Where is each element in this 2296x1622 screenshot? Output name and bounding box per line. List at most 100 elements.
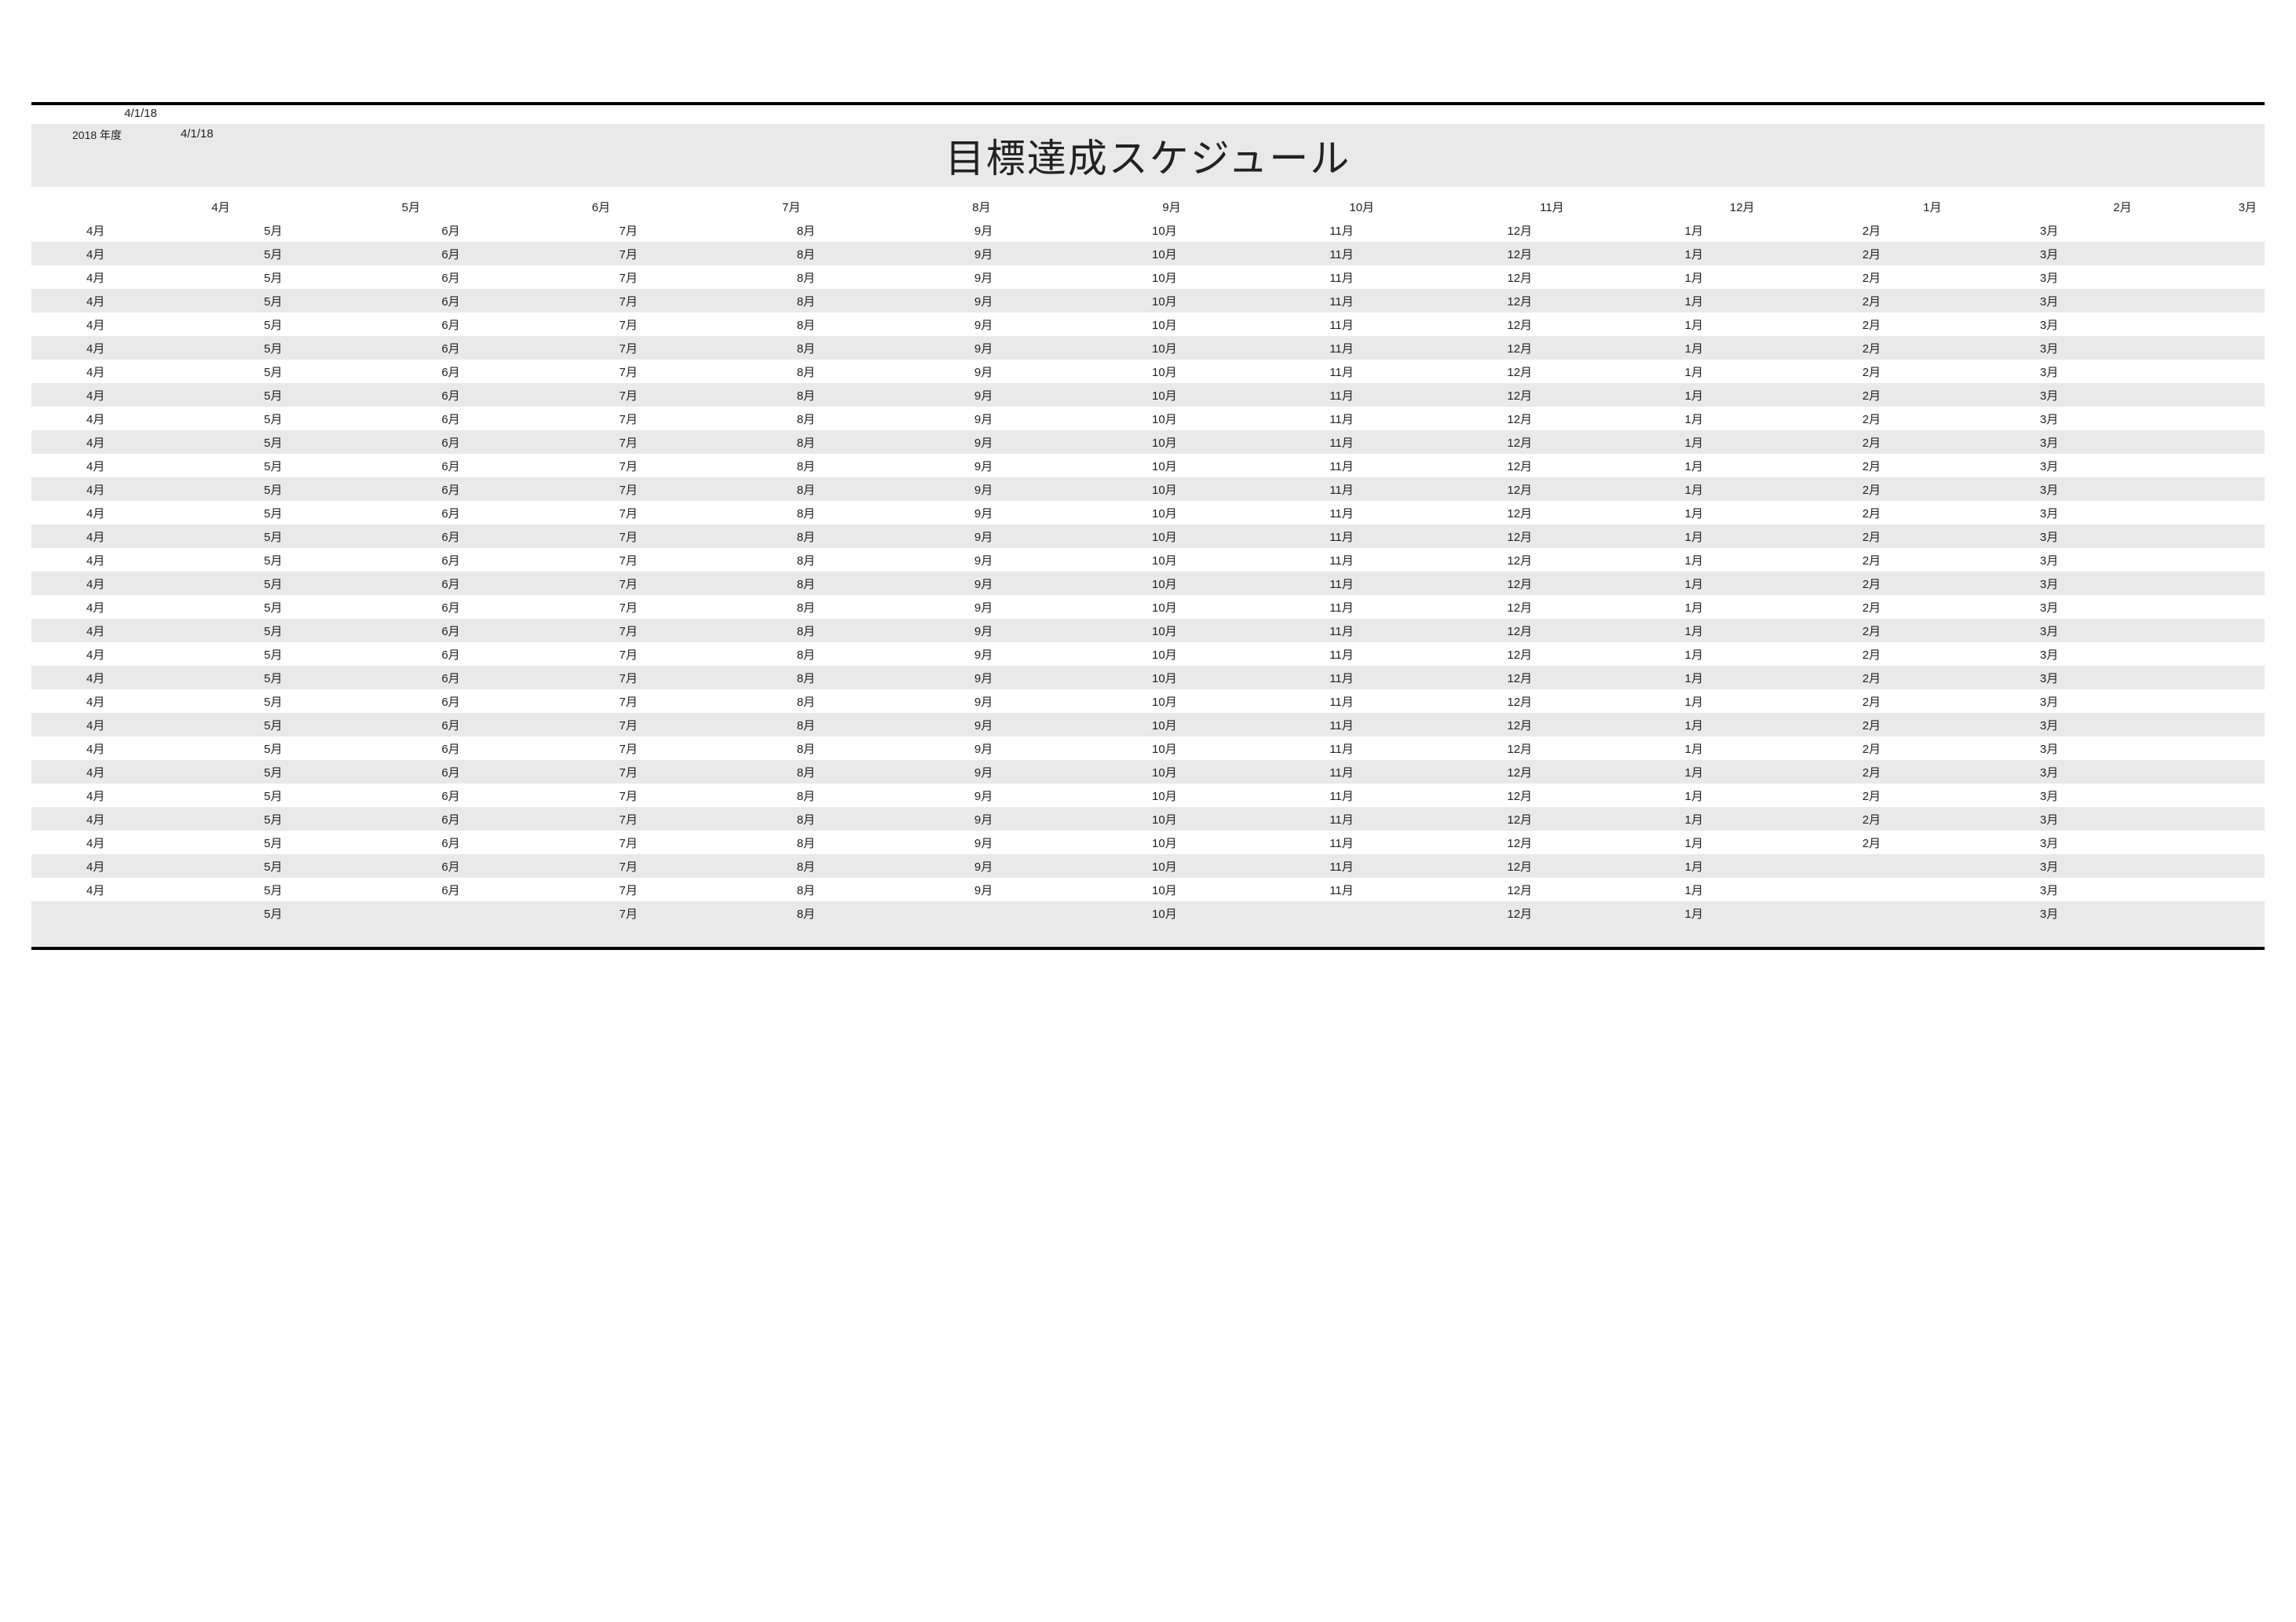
cell: 8月	[797, 764, 974, 780]
table-row: 4月5月6月7月8月9月10月11月12月1月2月3月	[31, 360, 2265, 383]
cell: 8月	[797, 363, 974, 380]
cell: 7月	[620, 787, 797, 804]
cell: 4月	[86, 434, 264, 451]
cell: 6月	[441, 246, 619, 262]
table-row: 4月5月6月7月8月9月10月11月12月1月2月3月	[31, 383, 2265, 407]
cell: 10月	[1152, 811, 1329, 827]
cell: 8月	[797, 552, 974, 568]
table-row: 4月5月6月7月8月9月10月11月12月1月2月3月	[31, 218, 2265, 242]
cell: 9月	[974, 458, 1152, 474]
cell: 4月	[86, 717, 264, 733]
cell: 9月	[974, 316, 1152, 333]
cell: 3月	[2040, 552, 2217, 568]
cell: 2月	[1863, 340, 2040, 356]
cell: 12月	[1507, 717, 1684, 733]
cell: 11月	[1329, 528, 1507, 545]
cell: 4月	[86, 411, 264, 427]
cell: 3月	[2040, 363, 2217, 380]
cell: 9月	[974, 387, 1152, 404]
cell: 2月	[1863, 316, 2040, 333]
cell: 3月	[2040, 575, 2217, 592]
cell: 11月	[1329, 340, 1507, 356]
cell: 3月	[2040, 222, 2217, 239]
cell: 6月	[441, 599, 619, 616]
cell: 7月	[620, 552, 797, 568]
cell: 5月	[264, 434, 441, 451]
cell: 3月	[2040, 599, 2217, 616]
cell: 11月	[1329, 316, 1507, 333]
cell: 5月	[264, 835, 441, 851]
table-row: 4月5月6月7月8月9月10月11月12月1月2月3月	[31, 548, 2265, 572]
cell: 3月	[2040, 693, 2217, 710]
cell: 3月	[2040, 811, 2217, 827]
rows-container: 4月5月6月7月8月9月10月11月12月1月2月3月4月5月6月7月8月9月1…	[31, 218, 2265, 925]
cell: 5月	[264, 387, 441, 404]
cell: 7月	[620, 505, 797, 521]
cell: 10月	[1152, 528, 1329, 545]
cell: 12月	[1507, 293, 1684, 309]
cell: 9月	[974, 764, 1152, 780]
cell: 9月	[974, 787, 1152, 804]
cell: 3月	[2040, 835, 2217, 851]
cell: 7月	[620, 434, 797, 451]
col-header: 5月	[316, 199, 506, 215]
cell: 11月	[1329, 505, 1507, 521]
cell: 6月	[441, 787, 619, 804]
cell: 12月	[1507, 764, 1684, 780]
cell: 10月	[1152, 505, 1329, 521]
cell: 6月	[441, 646, 619, 663]
cell: 8月	[797, 340, 974, 356]
cell: 1月	[1685, 363, 1863, 380]
cell: 10月	[1152, 481, 1329, 498]
cell: 3月	[2040, 481, 2217, 498]
cell: 8月	[797, 411, 974, 427]
cell: 1月	[1685, 623, 1863, 639]
cell: 4月	[86, 693, 264, 710]
cell: 7月	[620, 905, 797, 922]
cell: 1月	[1685, 599, 1863, 616]
cell: 1月	[1685, 411, 1863, 427]
cell: 4月	[86, 363, 264, 380]
cell: 11月	[1329, 411, 1507, 427]
cell: 2月	[1863, 387, 2040, 404]
cell: 5月	[264, 293, 441, 309]
cell: 3月	[2040, 905, 2217, 922]
cell: 12月	[1507, 623, 1684, 639]
table-row: 4月5月6月7月8月9月10月11月12月1月2月3月	[31, 336, 2265, 360]
cell: 10月	[1152, 552, 1329, 568]
cell: 7月	[620, 246, 797, 262]
cell: 2月	[1863, 411, 2040, 427]
cell: 6月	[441, 740, 619, 757]
cell: 10月	[1152, 269, 1329, 286]
cell: 4月	[86, 246, 264, 262]
cell: 5月	[264, 340, 441, 356]
cell: 9月	[974, 340, 1152, 356]
cell: 9月	[974, 717, 1152, 733]
cell: 9月	[974, 623, 1152, 639]
cell: 7月	[620, 293, 797, 309]
cell: 5月	[264, 481, 441, 498]
cell: 5月	[264, 316, 441, 333]
cell: 6月	[441, 363, 619, 380]
cell: 2月	[1863, 740, 2040, 757]
table-row: 5月7月8月10月12月1月3月	[31, 901, 2265, 925]
cell: 12月	[1507, 316, 1684, 333]
cell: 4月	[86, 599, 264, 616]
cell: 11月	[1329, 363, 1507, 380]
cell: 8月	[797, 269, 974, 286]
cell: 6月	[441, 693, 619, 710]
cell: 9月	[974, 670, 1152, 686]
cell: 1月	[1685, 316, 1863, 333]
table-row: 4月5月6月7月8月9月10月11月12月1月2月3月	[31, 619, 2265, 642]
cell: 12月	[1507, 835, 1684, 851]
cell: 8月	[797, 787, 974, 804]
cell: 5月	[264, 811, 441, 827]
cell: 12月	[1507, 882, 1684, 898]
cell: 12月	[1507, 552, 1684, 568]
cell: 10月	[1152, 623, 1329, 639]
cell: 8月	[797, 811, 974, 827]
cell: 9月	[974, 646, 1152, 663]
cell: 10月	[1152, 316, 1329, 333]
col-header: 10月	[1267, 199, 1457, 215]
cell: 10月	[1152, 293, 1329, 309]
